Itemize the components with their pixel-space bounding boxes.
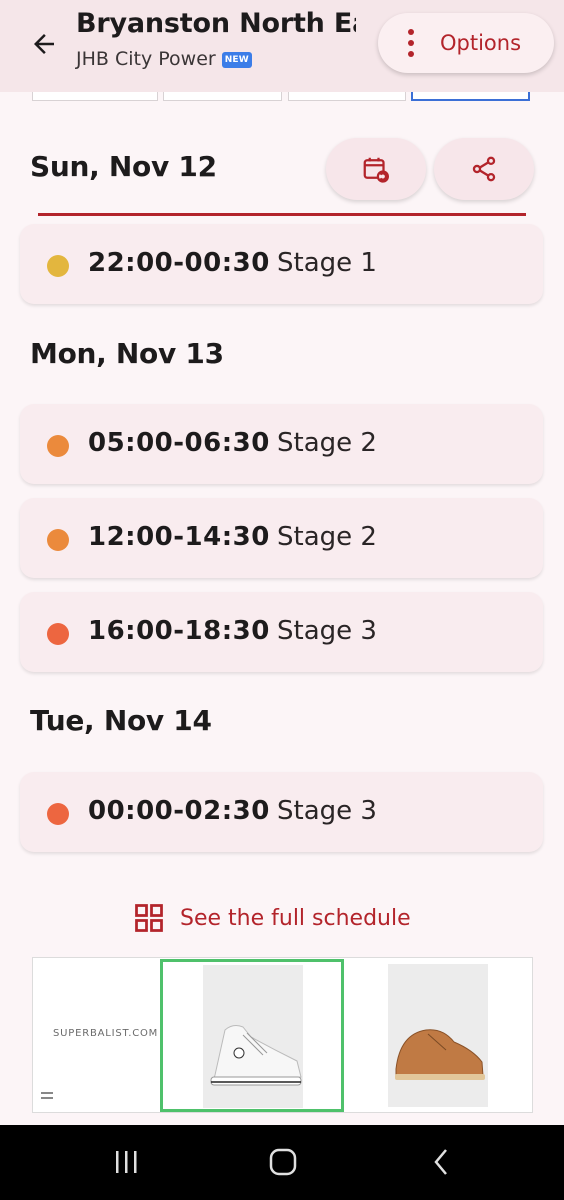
ad-brand-text: SUPERBALIST.COM [53,1028,159,1039]
full-schedule-link[interactable]: See the full schedule [134,900,411,936]
outage-slot[interactable]: 22:00-00:30 Stage 1 [20,224,543,304]
day-header: Tue, Nov 14 [30,704,212,737]
ad-product-card-selected[interactable] [160,959,344,1112]
current-day-divider [38,213,526,216]
back-nav-icon[interactable] [428,1145,454,1179]
provider-name: JHB City Power [76,48,216,70]
slot-stage: Stage 1 [277,248,377,278]
stage-indicator [47,435,69,457]
slot-time: 22:00-00:30 [88,248,270,278]
system-nav-bar [0,1125,564,1200]
app-bar: Bryanston North Ea JHB City Power NEW Opt… [0,0,564,92]
add-to-calendar-button[interactable] [326,138,426,200]
stage-indicator [47,529,69,551]
stage-indicator [47,623,69,645]
outage-slot[interactable]: 05:00-06:30 Stage 2 [20,404,543,484]
day-header: Mon, Nov 13 [30,337,224,370]
calendar-refresh-icon [363,157,389,183]
more-vert-icon [408,29,414,57]
arrow-left-icon [34,34,54,54]
outage-slot[interactable]: 00:00-02:30 Stage 3 [20,772,543,852]
back-button[interactable] [24,26,64,62]
outage-slot[interactable]: 16:00-18:30 Stage 3 [20,592,543,672]
slot-time: 05:00-06:30 [88,428,270,458]
home-icon[interactable] [268,1145,298,1179]
slot-stage: Stage 3 [277,616,377,646]
page-title: Bryanston North Ea [76,8,356,39]
slot-stage: Stage 2 [277,428,377,458]
new-badge: NEW [221,52,252,68]
stage-indicator [47,255,69,277]
ad-banner[interactable]: SUPERBALIST.COM [32,957,533,1113]
share-icon [472,156,496,182]
slot-time: 16:00-18:30 [88,616,270,646]
slot-stage: Stage 3 [277,796,377,826]
grid-icon [135,904,163,932]
options-label: Options [440,31,522,55]
menu-icon[interactable] [41,1092,53,1100]
page-subtitle: JHB City Power NEW [76,48,252,70]
slot-time: 12:00-14:30 [88,522,270,552]
outage-slot[interactable]: 12:00-14:30 Stage 2 [20,498,543,578]
slot-stage: Stage 2 [277,522,377,552]
share-button[interactable] [434,138,534,200]
recent-apps-icon[interactable] [114,1145,140,1179]
sneaker-image [203,965,303,1108]
day-header: Sun, Nov 12 [30,150,217,183]
stage-indicator [47,803,69,825]
slot-time: 00:00-02:30 [88,796,270,826]
shoe-image [388,964,488,1107]
full-schedule-label: See the full schedule [180,905,411,931]
options-button[interactable]: Options [378,13,554,73]
